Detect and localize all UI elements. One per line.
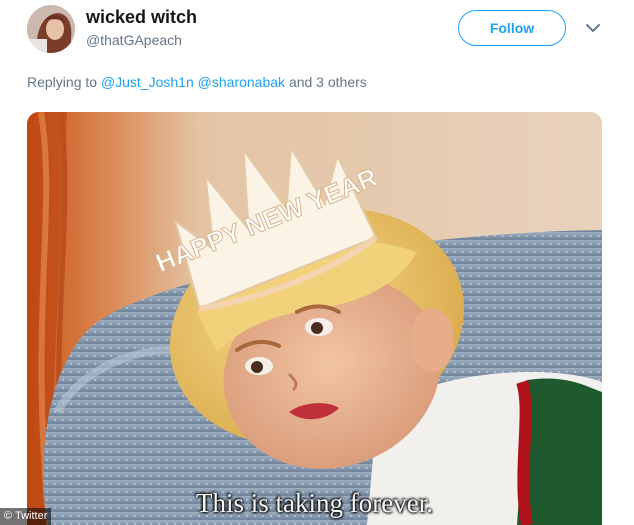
media-caption: This is taking forever.	[196, 488, 433, 518]
display-name[interactable]: wicked witch	[86, 7, 197, 28]
avatar[interactable]	[27, 5, 75, 53]
replying-to: Replying to @Just_Josh1n @sharonabak and…	[27, 74, 367, 90]
image-credit: © Twitter	[0, 508, 52, 525]
avatar-image	[27, 5, 75, 53]
replying-user-link[interactable]: @Just_Josh1n	[101, 74, 194, 90]
replying-others[interactable]: and 3 others	[289, 74, 367, 90]
tweet-media[interactable]: HAPPY NEW YEAR This is taking forever.	[27, 112, 602, 525]
user-handle[interactable]: @thatGApeach	[86, 32, 182, 48]
chevron-down-icon[interactable]	[583, 18, 603, 38]
replying-user-link[interactable]: @sharonabak	[198, 74, 285, 90]
tweet-card: wicked witch @thatGApeach Follow Replyin…	[0, 0, 634, 525]
replying-prefix: Replying to	[27, 74, 98, 90]
gif-image: HAPPY NEW YEAR	[27, 112, 602, 525]
follow-button[interactable]: Follow	[458, 10, 566, 46]
